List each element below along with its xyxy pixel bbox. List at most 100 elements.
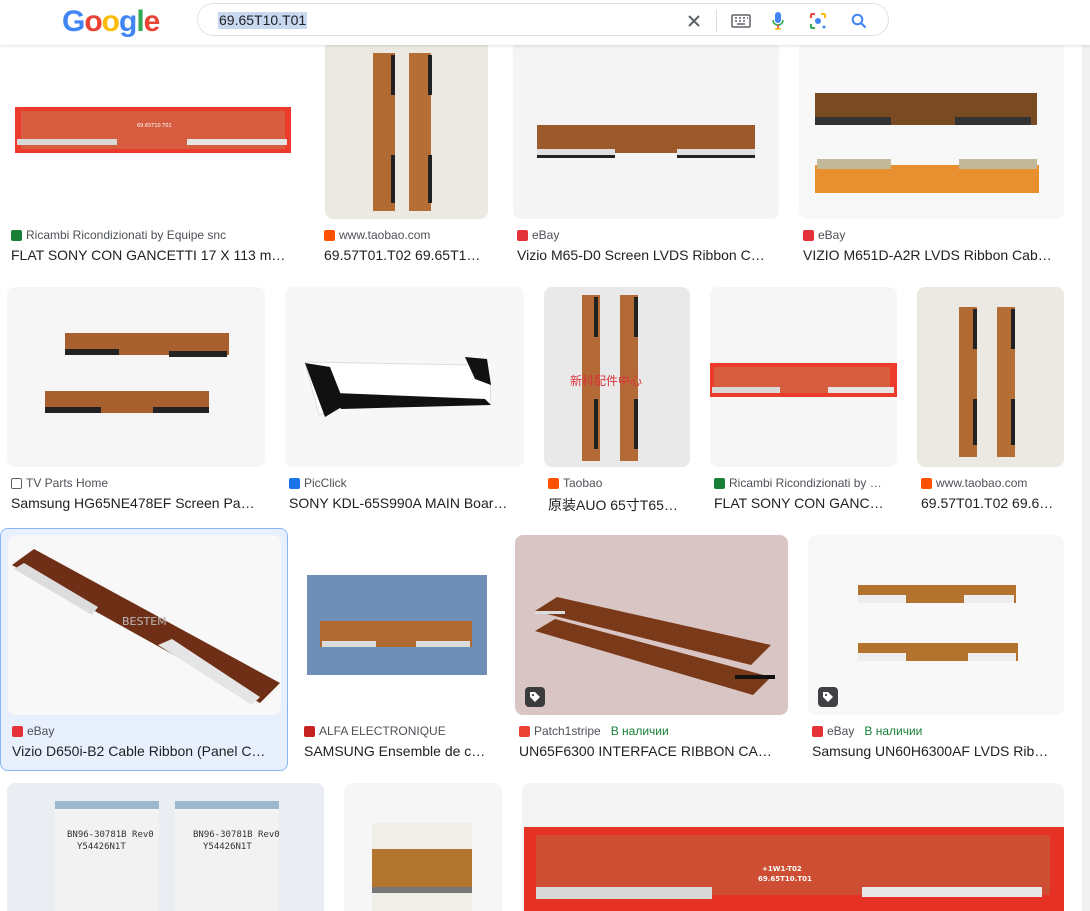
- result-source[interactable]: www.taobao.com: [921, 476, 1027, 490]
- watermark-text: BESTEM: [122, 615, 167, 628]
- result-thumbnail[interactable]: [513, 45, 779, 219]
- result-thumbnail[interactable]: [300, 535, 495, 715]
- stock-label: В наличии: [610, 724, 669, 738]
- source-label: PicClick: [304, 476, 347, 490]
- result-title[interactable]: UN65F6300 INTERFACE RIBBON CA…: [519, 743, 785, 759]
- scrollbar[interactable]: [1082, 45, 1090, 911]
- result-title[interactable]: Samsung UN60H6300AF LVDS Rib…: [812, 743, 1062, 759]
- result-source[interactable]: Ricambi Ricondizionati by Equipe snc: [11, 228, 226, 242]
- mic-icon[interactable]: [767, 10, 789, 32]
- logo-letter: o: [84, 5, 102, 38]
- result-title[interactable]: Vizio D650i-B2 Cable Ribbon (Panel C…: [12, 743, 282, 759]
- thumb-label: Y54426N1T: [77, 842, 126, 852]
- result-title[interactable]: 原装AUO 65寸T65…: [548, 495, 688, 515]
- result-thumbnail[interactable]: BESTEM: [8, 535, 281, 715]
- favicon-icon: [11, 229, 22, 241]
- result-source[interactable]: www.taobao.com: [324, 228, 430, 242]
- search-input[interactable]: 69.65T10.T01: [218, 12, 308, 29]
- result-source[interactable]: eBay: [517, 228, 559, 242]
- close-icon[interactable]: [683, 10, 705, 32]
- thumb-label: BN96-30781B Rev0: [67, 830, 154, 840]
- result-source[interactable]: ALFA ELECTRONIQUE: [304, 724, 446, 738]
- result-thumbnail[interactable]: +1W1-T02 69.65T10.T01: [522, 783, 1064, 911]
- result-tile[interactable]: www.taobao.com 69.57T01.T02 69.6…: [917, 287, 1064, 515]
- result-thumbnail[interactable]: [515, 535, 788, 715]
- result-source[interactable]: eBay В наличии: [812, 724, 922, 738]
- logo-letter: e: [143, 5, 161, 38]
- favicon-icon: [548, 477, 559, 489]
- favicon-icon: [12, 725, 23, 737]
- result-tile[interactable]: ALFA ELECTRONIQUE SAMSUNG Ensemble de c…: [300, 535, 495, 763]
- result-tile[interactable]: eBay VIZIO M651D-A2R LVDS Ribbon Cab…: [799, 45, 1064, 267]
- result-title[interactable]: VIZIO M651D-A2R LVDS Ribbon Cab…: [803, 247, 1063, 263]
- result-thumbnail[interactable]: [710, 287, 897, 467]
- result-source[interactable]: Ricambi Ricondizionati by …: [714, 476, 882, 490]
- result-source[interactable]: TV Parts Home: [11, 476, 108, 490]
- watermark-text: 新科配件中心: [570, 373, 642, 388]
- result-tile[interactable]: eBay В наличии Samsung UN60H6300AF LVDS R…: [808, 535, 1064, 763]
- source-label: Ricambi Ricondizionati by …: [729, 476, 882, 490]
- result-tile[interactable]: [344, 783, 502, 911]
- result-title[interactable]: SAMSUNG Ensemble de c…: [304, 743, 492, 759]
- result-thumbnail[interactable]: 新科配件中心: [544, 287, 690, 467]
- source-label: Ricambi Ricondizionati by Equipe snc: [26, 228, 227, 242]
- google-logo[interactable]: Google: [62, 5, 161, 39]
- result-title[interactable]: 69.57T01.T02 69.6…: [921, 495, 1063, 511]
- thumb-label: +1W1-T02: [762, 865, 802, 873]
- source-label: www.taobao.com: [936, 476, 1028, 490]
- result-tile[interactable]: 新科配件中心 Taobao 原装AUO 65寸T65…: [544, 287, 690, 515]
- result-title[interactable]: FLAT SONY CON GANC…: [714, 495, 894, 511]
- thumb-label: Y54426N1T: [203, 842, 252, 852]
- favicon-icon: [289, 477, 300, 489]
- keyboard-icon[interactable]: [730, 10, 752, 32]
- result-title[interactable]: Samsung HG65NE478EF Screen Pa…: [11, 495, 263, 511]
- result-thumbnail[interactable]: [917, 287, 1064, 467]
- logo-letter: g: [119, 5, 137, 38]
- result-source[interactable]: Taobao: [548, 476, 602, 490]
- logo-letter: G: [62, 5, 85, 38]
- result-thumbnail[interactable]: BN96-30781B Rev0 Y54426N1T BN96-30781B Rev…: [7, 783, 324, 911]
- result-thumbnail[interactable]: [285, 287, 524, 467]
- favicon-icon: [304, 725, 315, 737]
- lens-icon[interactable]: [807, 10, 829, 32]
- source-label: eBay: [27, 724, 55, 738]
- favicon-icon: [519, 725, 530, 737]
- search-box[interactable]: 69.65T10.T01: [197, 3, 889, 36]
- result-title[interactable]: SONY KDL-65S990A MAIN Boar…: [289, 495, 523, 511]
- result-tile[interactable]: eBay Vizio M65-D0 Screen LVDS Ribbon C…: [513, 45, 779, 267]
- result-tile[interactable]: TV Parts Home Samsung HG65NE478EF Screen…: [7, 287, 265, 515]
- result-thumbnail[interactable]: [808, 535, 1064, 715]
- stock-label: В наличии: [864, 724, 923, 738]
- result-title[interactable]: FLAT SONY CON GANCETTI 17 X 113 m…: [11, 247, 299, 263]
- result-title[interactable]: Vizio M65-D0 Screen LVDS Ribbon C…: [517, 247, 777, 263]
- result-thumbnail[interactable]: 69.65T10.T01: [7, 45, 300, 219]
- thumb-label: 69.65T10.T01: [758, 875, 812, 883]
- result-source[interactable]: eBay: [12, 724, 54, 738]
- result-thumbnail[interactable]: [7, 287, 265, 467]
- result-title[interactable]: 69.57T01.T02 69.65T1…: [324, 247, 494, 263]
- source-label: eBay: [818, 228, 846, 242]
- result-tile[interactable]: www.taobao.com 69.57T01.T02 69.65T1…: [320, 45, 500, 267]
- result-source[interactable]: eBay: [803, 228, 845, 242]
- result-tile[interactable]: Patch1stripe В наличии UN65F6300 INTERFAC…: [515, 535, 788, 763]
- search-icon[interactable]: [848, 10, 870, 32]
- favicon-icon: [921, 477, 932, 489]
- favicon-icon: [812, 725, 823, 737]
- source-label: TV Parts Home: [26, 476, 109, 490]
- result-tile[interactable]: 69.65T10.T01 Ricambi Ricondizionati by E…: [7, 45, 300, 267]
- result-tile[interactable]: +1W1-T02 69.65T10.T01: [522, 783, 1064, 911]
- result-thumbnail[interactable]: [344, 783, 502, 911]
- logo-letter: o: [101, 5, 120, 38]
- logo-letter: l: [136, 5, 144, 38]
- result-tile-selected[interactable]: BESTEM eBay Vizio D650i-B2 Cable Ribbon …: [0, 528, 288, 771]
- source-label: eBay: [532, 228, 560, 242]
- result-tile[interactable]: BN96-30781B Rev0 Y54426N1T BN96-30781B Rev…: [7, 783, 324, 911]
- result-source[interactable]: PicClick: [289, 476, 347, 490]
- result-source[interactable]: Patch1stripe В наличии: [519, 724, 669, 738]
- result-tile[interactable]: PicClick SONY KDL-65S990A MAIN Boar…: [285, 287, 524, 515]
- result-thumbnail[interactable]: [799, 45, 1064, 219]
- result-thumbnail[interactable]: [325, 45, 488, 219]
- shopping-tag-icon: [525, 687, 545, 707]
- thumb-label: 69.65T10.T01: [137, 123, 172, 129]
- result-tile[interactable]: Ricambi Ricondizionati by … FLAT SONY CO…: [710, 287, 897, 515]
